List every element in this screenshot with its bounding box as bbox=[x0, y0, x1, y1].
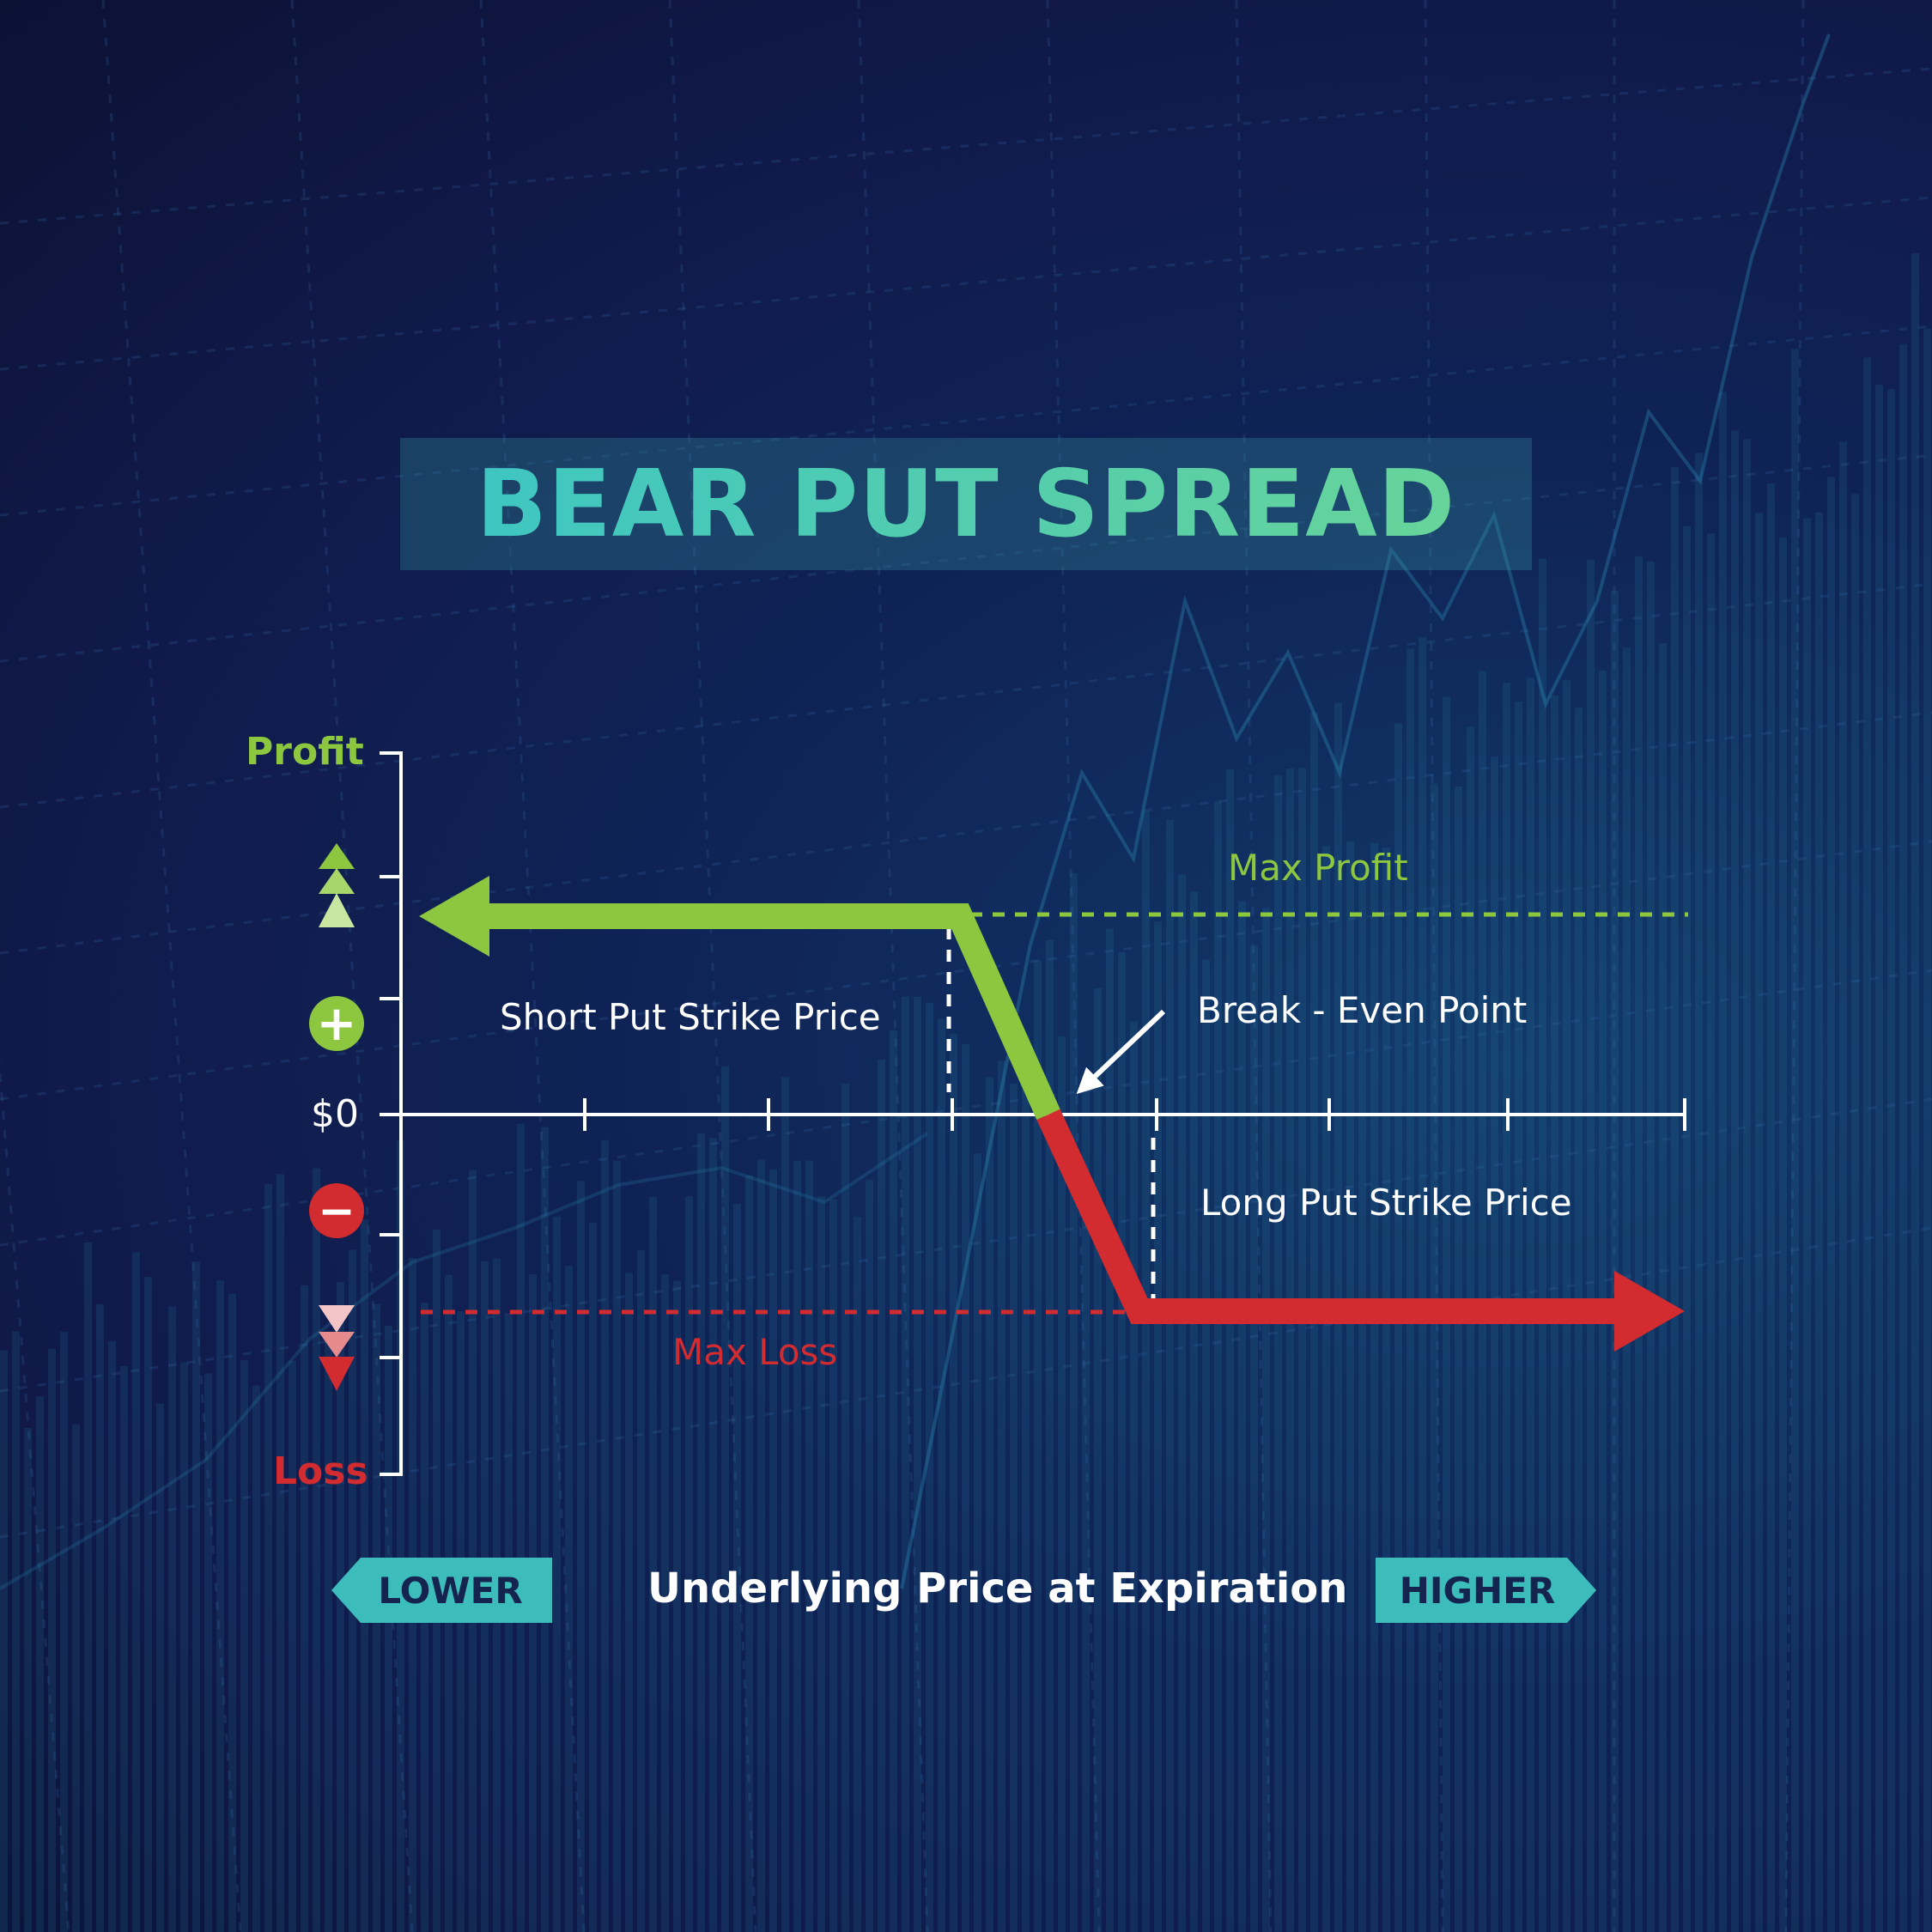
break-even-arrow-icon bbox=[1076, 1009, 1166, 1095]
minus-symbol: − bbox=[318, 1186, 355, 1237]
minus-circle-icon: − bbox=[309, 1183, 364, 1238]
higher-label: HIGHER bbox=[1399, 1569, 1556, 1612]
x-axis-title: Underlying Price at Expiration bbox=[647, 1564, 1348, 1613]
diagram-canvas: BEAR PUT SPREAD + − Profit Loss $0 Max P… bbox=[0, 0, 1932, 1932]
profit-arrowhead bbox=[419, 876, 489, 957]
down-triangles-icon bbox=[319, 1305, 355, 1391]
plus-circle-icon: + bbox=[309, 996, 364, 1052]
max-loss-label: Max Loss bbox=[672, 1331, 838, 1373]
up-triangles-icon bbox=[319, 843, 355, 927]
zero-label: $0 bbox=[311, 1092, 359, 1136]
plus-symbol: + bbox=[317, 996, 357, 1052]
long-put-strike-label: Long Put Strike Price bbox=[1200, 1182, 1572, 1224]
max-profit-label: Max Profit bbox=[1228, 847, 1408, 889]
lower-direction-tag: LOWER bbox=[331, 1558, 552, 1623]
payoff-diagram: + − bbox=[309, 751, 1688, 1476]
profit-label: Profit bbox=[246, 730, 364, 774]
lower-label: LOWER bbox=[378, 1569, 523, 1612]
higher-direction-tag: HIGHER bbox=[1376, 1558, 1596, 1623]
short-put-strike-label: Short Put Strike Price bbox=[500, 996, 881, 1038]
break-even-label: Break - Even Point bbox=[1197, 989, 1528, 1031]
loss-arrowhead bbox=[1614, 1271, 1685, 1352]
loss-label: Loss bbox=[273, 1449, 368, 1493]
